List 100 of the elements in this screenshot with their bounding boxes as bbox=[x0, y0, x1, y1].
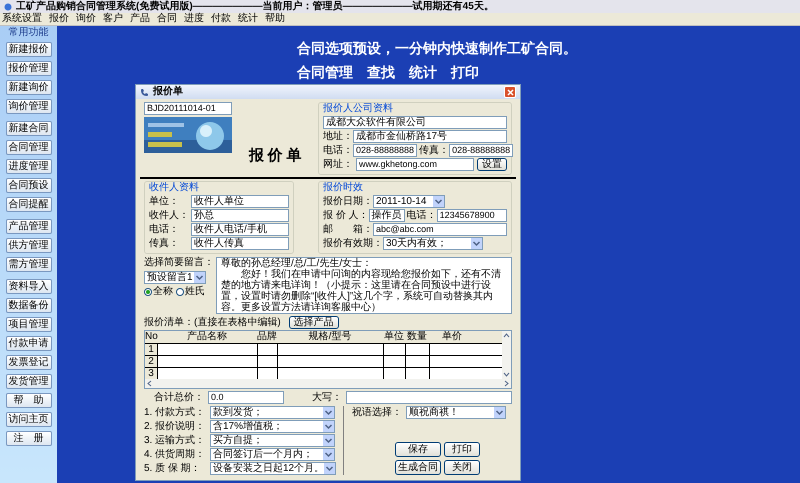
sidebar-button[interactable]: 产品管理 bbox=[6, 219, 52, 234]
menu-item[interactable]: 付款 bbox=[211, 13, 231, 25]
sidebar-button[interactable]: 进度管理 bbox=[6, 159, 52, 174]
dialog-button[interactable]: 保存 bbox=[395, 442, 441, 457]
dialog-button[interactable]: 生成合同 bbox=[395, 460, 441, 475]
dropdown[interactable]: 顺祝商祺！ bbox=[406, 406, 506, 419]
dropdown[interactable]: 含17%增值税； bbox=[210, 420, 335, 433]
sidebar-button[interactable]: 发货管理 bbox=[6, 374, 52, 389]
form-heading: 报 价 单 bbox=[248, 146, 302, 166]
menu-item[interactable]: 产品 bbox=[130, 13, 150, 25]
dropdown[interactable]: 2011-10-14 bbox=[373, 195, 445, 208]
dropdown[interactable]: 设备安装之日起12个月。 bbox=[210, 462, 336, 475]
menu-item[interactable]: 客户 bbox=[103, 13, 123, 25]
sidebar-button[interactable]: 新建询价 bbox=[6, 80, 52, 95]
text-field[interactable]: 收件人单位 bbox=[191, 195, 289, 208]
radio-option[interactable]: 姓氏 bbox=[176, 286, 205, 298]
group-legend: 收件人资料 bbox=[149, 182, 289, 194]
sidebar-button[interactable]: 合同预设 bbox=[6, 178, 52, 193]
sidebar-button[interactable]: 发票登记 bbox=[6, 355, 52, 370]
banner-text: 合同选项预设，一分钟内快速制作工矿合同。 bbox=[297, 40, 578, 56]
field-label: 报价有效期： bbox=[323, 238, 383, 250]
field-label: 电话： bbox=[149, 224, 180, 236]
text-field[interactable]: 孙总 bbox=[191, 209, 289, 222]
field-label: 1. 付款方式： bbox=[144, 406, 206, 418]
chevron-down-icon bbox=[195, 273, 204, 282]
radio-option[interactable]: 全称 bbox=[144, 286, 173, 298]
text-field[interactable]: 操作员 bbox=[368, 209, 405, 222]
horizontal-scrollbar[interactable] bbox=[145, 379, 511, 388]
dialog-button[interactable]: 选择产品 bbox=[288, 316, 339, 329]
sidebar-button[interactable]: 新建合同 bbox=[6, 121, 52, 136]
sidebar-button[interactable]: 资料导入 bbox=[6, 279, 52, 294]
sidebar-button[interactable]: 项目管理 bbox=[6, 317, 52, 332]
vertical-scrollbar[interactable] bbox=[502, 331, 511, 379]
dropdown[interactable]: 买方自提； bbox=[210, 434, 335, 447]
menu-item[interactable]: 合同 bbox=[157, 13, 177, 25]
dropdown[interactable]: 款到发货； bbox=[210, 406, 335, 419]
field-label: 5. 质 保 期： bbox=[144, 462, 202, 474]
sidebar-button[interactable]: 合同提醒 bbox=[6, 197, 52, 212]
text-field[interactable]: 成都市金仙桥路17号 bbox=[353, 130, 507, 143]
menu-item[interactable]: 报价 bbox=[49, 13, 69, 25]
sidebar-button[interactable]: 询价管理 bbox=[6, 99, 52, 114]
salutation-text: 尊敬的孙总经理/总/工/先生/女士： bbox=[221, 258, 372, 269]
menu-item[interactable]: 帮助 bbox=[265, 13, 285, 25]
text-field[interactable]: abc@abc.com bbox=[373, 223, 507, 236]
sidebar-button[interactable]: 供方管理 bbox=[6, 238, 52, 253]
field-label: 2. 报价说明： bbox=[144, 420, 206, 432]
menu-item[interactable]: 询价 bbox=[76, 13, 96, 25]
text-field[interactable]: 成都大众软件有限公司 bbox=[323, 116, 507, 129]
sidebar-button[interactable]: 需方管理 bbox=[6, 257, 52, 272]
field-label: 网址： bbox=[323, 158, 353, 170]
sidebar-button[interactable]: 帮 助 bbox=[6, 393, 52, 408]
column-header: No bbox=[145, 331, 157, 343]
dialog-button[interactable]: 关闭 bbox=[444, 460, 480, 475]
field-label: 合计总价： bbox=[153, 392, 204, 404]
close-icon bbox=[506, 88, 514, 96]
field-label: 大写： bbox=[312, 392, 342, 404]
sidebar-button[interactable]: 访问主页 bbox=[6, 412, 52, 427]
dialog-button[interactable]: 设置 bbox=[477, 158, 507, 171]
dropdown[interactable]: 合同签订后一个月内； bbox=[210, 448, 335, 461]
menu-item[interactable]: 进度 bbox=[184, 13, 204, 25]
column-header: 单位 bbox=[383, 331, 405, 343]
text-field[interactable]: 12345678900 bbox=[436, 209, 507, 222]
text-field[interactable]: www.gkhetong.com bbox=[356, 158, 474, 171]
column-header: 数量 bbox=[406, 331, 428, 343]
group-legend: 报价人公司资料 bbox=[323, 103, 507, 115]
column-header: 品牌 bbox=[257, 331, 277, 343]
text-field[interactable]: 028-88888888 bbox=[449, 144, 514, 157]
sidebar-heading: 常用功能 bbox=[8, 27, 48, 38]
row-number: 3 bbox=[145, 368, 157, 379]
dropdown[interactable]: 30天内有效； bbox=[383, 237, 483, 250]
message-text-area[interactable]: 尊敬的孙总经理/总/工/先生/女士： 您好！我们在申请中问询的内容现给您报价如下，还有不清楚的地方请来电详询！（小提示：这里请在合同预设中进行设置，设置时请勿删除“[收件人]”这几个字，系统可自动替换其内容。更多设置方法请详询客服中心） bbox=[216, 257, 512, 314]
text-field[interactable]: 收件人电话/手机 bbox=[191, 223, 289, 236]
sidebar-button[interactable]: 报价管理 bbox=[6, 61, 52, 76]
text-field[interactable]: 0.0 bbox=[208, 391, 284, 404]
quote-number-field[interactable]: BJD20111014-01 bbox=[144, 102, 232, 115]
field-label: 电话： bbox=[406, 210, 437, 222]
message-text: 您好！我们在申请中问询的内容现给您报价如下，还有不清楚的地方请来电详询！（小提示：这里请在合同预设中进行设置，设置时请勿删除“[收件人]”这几个字，系统可自动替换其内容。更多设置方法请详询客服中心） bbox=[221, 269, 502, 313]
menu-item[interactable]: 统计 bbox=[238, 13, 258, 25]
sidebar-button[interactable]: 付款申请 bbox=[6, 336, 52, 351]
field-label: 选择简要留言： bbox=[144, 257, 212, 269]
sidebar-button[interactable]: 新建报价 bbox=[6, 42, 52, 57]
menu-item[interactable]: 系统设置 bbox=[2, 13, 42, 25]
sidebar-button[interactable]: 数据备份 bbox=[6, 298, 52, 313]
scroll-right-icon bbox=[502, 379, 511, 388]
text-field[interactable]: 收件人传真 bbox=[191, 237, 289, 250]
sidebar-button[interactable]: 合同管理 bbox=[6, 140, 52, 155]
close-button[interactable] bbox=[504, 86, 516, 98]
dialog-button[interactable]: 打印 bbox=[444, 442, 480, 457]
field-label: 报 价 人： bbox=[323, 210, 369, 222]
field-label: 4. 供货周期： bbox=[144, 448, 206, 460]
text-field[interactable]: 028-88888888 bbox=[353, 144, 418, 157]
sidebar-button[interactable]: 注 册 bbox=[6, 431, 52, 446]
chevron-down-icon bbox=[434, 197, 443, 206]
field-label: 祝语选择： bbox=[352, 406, 402, 418]
amount-in-words-field[interactable] bbox=[346, 391, 512, 404]
chevron-down-icon bbox=[495, 408, 504, 417]
banner-text: 合同管理 查找 统计 打印 bbox=[297, 64, 480, 80]
chevron-down-icon bbox=[472, 239, 481, 248]
dropdown[interactable]: 预设留言1 bbox=[144, 271, 206, 284]
scroll-left-icon bbox=[145, 379, 154, 388]
